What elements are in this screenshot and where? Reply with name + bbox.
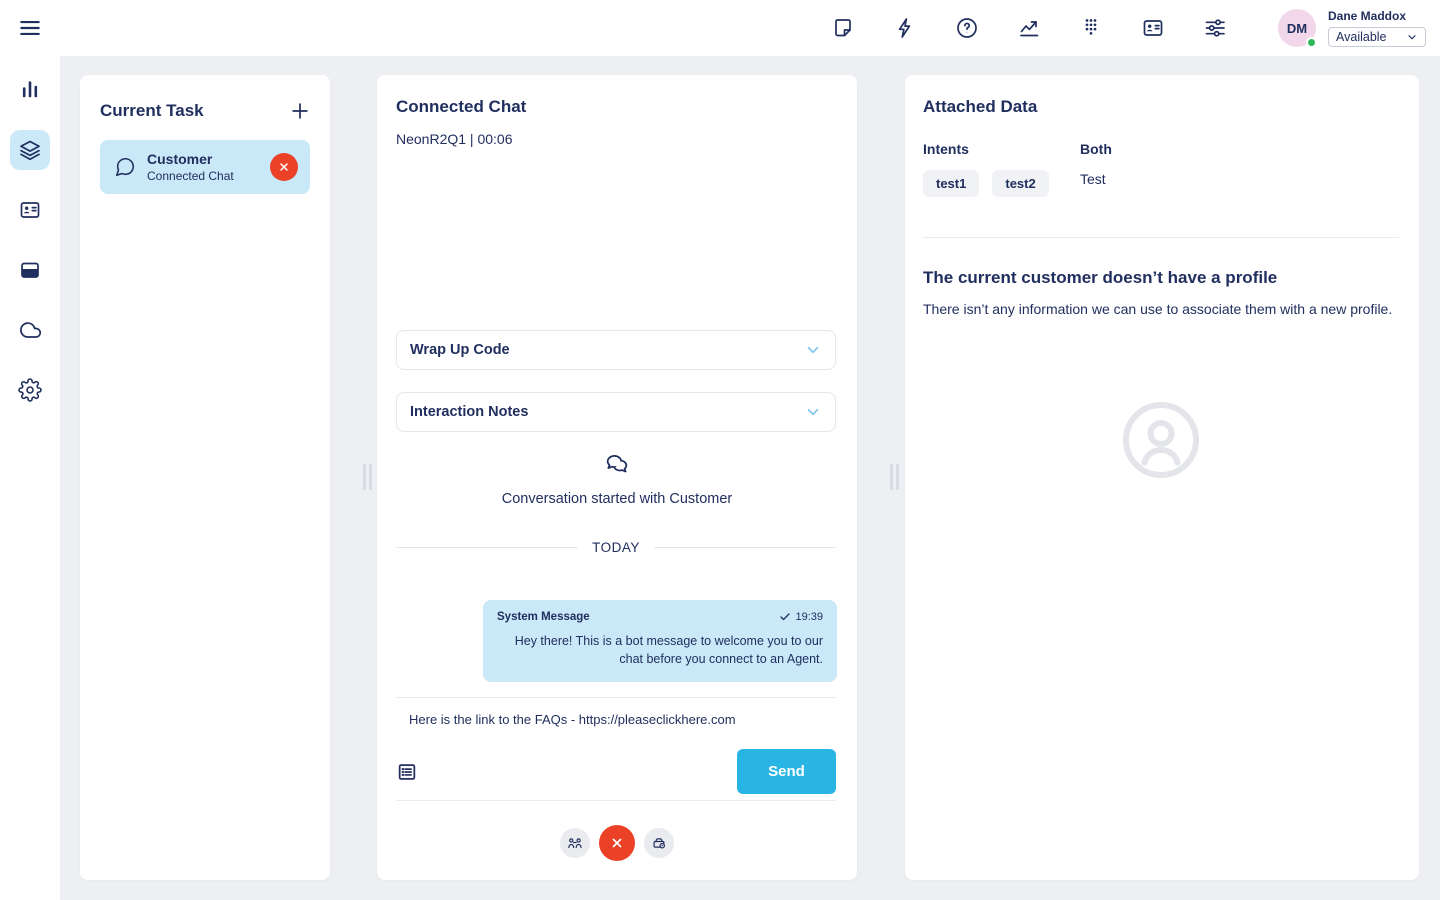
no-profile-heading: The current customer doesn’t have a prof… bbox=[923, 268, 1277, 288]
topbar: DM Dane Maddox Available bbox=[0, 0, 1440, 56]
chevron-down-icon bbox=[1406, 31, 1418, 43]
contact-directory-button[interactable] bbox=[1140, 15, 1166, 41]
contact-card-icon bbox=[18, 198, 42, 222]
preferences-button[interactable] bbox=[1202, 15, 1228, 41]
no-profile-body: There isn’t any information we can use t… bbox=[923, 299, 1397, 320]
message-sender: System Message bbox=[497, 611, 590, 623]
window-icon bbox=[18, 258, 42, 282]
side-nav bbox=[0, 56, 60, 900]
sliders-icon bbox=[1203, 16, 1227, 40]
attached-data-fields: Intents test1 test2 Both Test bbox=[923, 141, 1399, 197]
sidebar-item-browser[interactable] bbox=[10, 250, 50, 290]
avatar[interactable]: DM bbox=[1278, 9, 1316, 47]
app-body: Current Task Customer Connected Chat bbox=[0, 56, 1440, 900]
device-icon bbox=[650, 834, 668, 852]
chat-bubbles-icon bbox=[603, 451, 631, 479]
help-button[interactable] bbox=[954, 15, 980, 41]
task-list-item[interactable]: Customer Connected Chat bbox=[100, 140, 310, 194]
gear-icon bbox=[18, 378, 42, 402]
user-block: DM Dane Maddox Available bbox=[1278, 9, 1426, 47]
intent-chip[interactable]: test2 bbox=[992, 170, 1048, 197]
quick-actions-button[interactable] bbox=[892, 15, 918, 41]
divider bbox=[923, 237, 1399, 238]
current-task-title: Current Task bbox=[100, 101, 204, 121]
cloud-icon bbox=[18, 318, 42, 342]
sidebar-item-analytics[interactable] bbox=[10, 70, 50, 110]
task-title: Customer bbox=[147, 151, 234, 167]
send-button[interactable]: Send bbox=[737, 749, 836, 794]
avatar-initials: DM bbox=[1287, 21, 1307, 36]
attached-data-title: Attached Data bbox=[923, 97, 1037, 117]
plus-icon bbox=[289, 100, 311, 122]
user-circle-icon bbox=[1121, 400, 1201, 480]
analytics-icon bbox=[1017, 16, 1041, 40]
status-select[interactable]: Available bbox=[1328, 27, 1426, 47]
chat-panel: Connected Chat NeonR2Q1 | 00:06 Wrap Up … bbox=[377, 75, 857, 880]
canned-responses-button[interactable] bbox=[396, 761, 418, 783]
both-label: Both bbox=[1080, 141, 1112, 157]
current-task-panel: Current Task Customer Connected Chat bbox=[80, 75, 330, 880]
message-time: 19:39 bbox=[795, 611, 823, 623]
attached-data-panel: Attached Data Intents test1 test2 Both T… bbox=[905, 75, 1419, 880]
chat-title: Connected Chat bbox=[396, 97, 526, 117]
message-text: Hey there! This is a bot message to welc… bbox=[497, 632, 823, 668]
lightning-icon bbox=[893, 16, 917, 40]
both-value: Test bbox=[1080, 171, 1112, 187]
dialpad-button[interactable] bbox=[1078, 15, 1104, 41]
panel-resize-handle[interactable] bbox=[890, 464, 899, 490]
layers-icon bbox=[18, 138, 42, 162]
conversation-started-text: Conversation started with Customer bbox=[377, 491, 857, 507]
system-message-bubble: System Message 19:39 Hey there! This is … bbox=[483, 600, 837, 682]
analytics-button[interactable] bbox=[1016, 15, 1042, 41]
status-select-value: Available bbox=[1336, 30, 1387, 44]
chat-session-info: NeonR2Q1 | 00:06 bbox=[396, 131, 513, 147]
hamburger-icon bbox=[17, 15, 43, 41]
content-area: Current Task Customer Connected Chat bbox=[60, 56, 1440, 900]
topbar-actions: DM Dane Maddox Available bbox=[830, 9, 1426, 47]
intents-label: Intents bbox=[923, 141, 1080, 157]
chevron-down-icon bbox=[804, 403, 822, 421]
panel-resize-handle[interactable] bbox=[363, 464, 372, 490]
add-task-button[interactable] bbox=[288, 99, 312, 123]
sidebar-item-contacts[interactable] bbox=[10, 190, 50, 230]
profile-placeholder bbox=[1121, 400, 1201, 485]
divider bbox=[396, 697, 836, 698]
sidebar-item-settings[interactable] bbox=[10, 370, 50, 410]
wrap-up-code-label: Wrap Up Code bbox=[410, 342, 510, 358]
conversation-started-block: Conversation started with Customer bbox=[377, 451, 857, 507]
notes-button[interactable] bbox=[830, 15, 856, 41]
check-icon bbox=[779, 611, 791, 623]
day-divider-label: TODAY bbox=[592, 540, 640, 555]
transfer-button[interactable] bbox=[560, 828, 590, 858]
device-button[interactable] bbox=[644, 828, 674, 858]
close-icon bbox=[610, 836, 624, 850]
message-input[interactable]: Here is the link to the FAQs - https://p… bbox=[409, 712, 836, 727]
dialpad-icon bbox=[1079, 16, 1103, 40]
note-icon bbox=[831, 16, 855, 40]
sidebar-item-cloud[interactable] bbox=[10, 310, 50, 350]
intent-chip[interactable]: test1 bbox=[923, 170, 979, 197]
end-chat-button[interactable] bbox=[599, 825, 635, 861]
contact-card-icon bbox=[1141, 16, 1165, 40]
chevron-down-icon bbox=[804, 341, 822, 359]
hamburger-menu-button[interactable] bbox=[16, 14, 44, 42]
end-task-button[interactable] bbox=[270, 153, 298, 181]
chat-action-bar bbox=[377, 825, 857, 861]
bar-chart-icon bbox=[18, 78, 42, 102]
transfer-icon bbox=[566, 834, 584, 852]
close-icon bbox=[278, 161, 290, 173]
list-icon bbox=[396, 761, 418, 783]
divider bbox=[396, 800, 836, 801]
interaction-notes-label: Interaction Notes bbox=[410, 404, 528, 420]
presence-dot bbox=[1306, 37, 1317, 48]
help-icon bbox=[955, 16, 979, 40]
interaction-notes-accordion[interactable]: Interaction Notes bbox=[396, 392, 836, 432]
chat-bubble-icon bbox=[114, 156, 136, 178]
sidebar-item-interactions[interactable] bbox=[10, 130, 50, 170]
day-divider: TODAY bbox=[396, 540, 836, 555]
wrap-up-code-accordion[interactable]: Wrap Up Code bbox=[396, 330, 836, 370]
task-subtitle: Connected Chat bbox=[147, 169, 234, 183]
user-name: Dane Maddox bbox=[1328, 9, 1426, 23]
